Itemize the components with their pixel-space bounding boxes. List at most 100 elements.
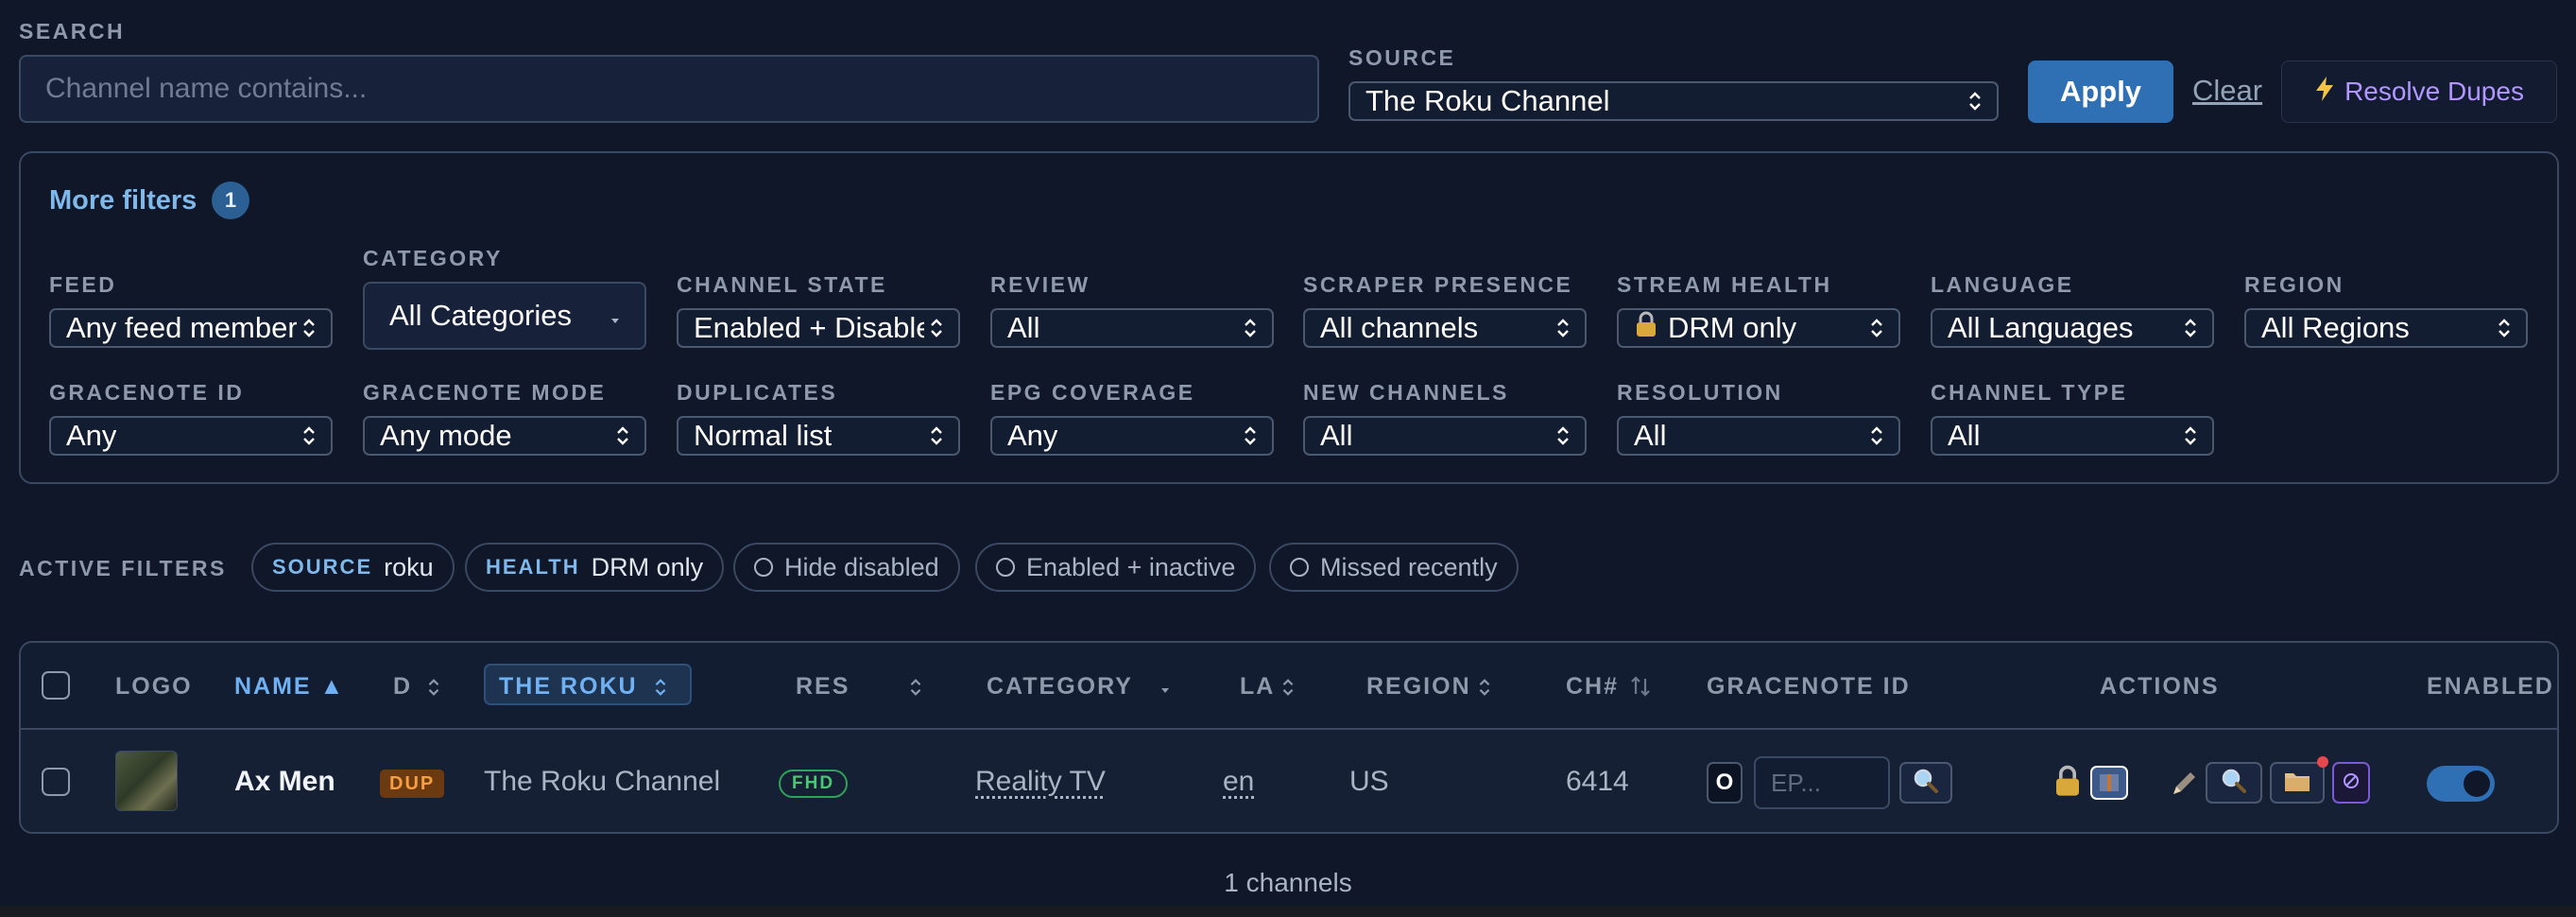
- table-row[interactable]: Ax Men DUP The Roku Channel FHD Reality …: [21, 730, 2557, 832]
- block-icon: [2342, 771, 2361, 795]
- gracenote-mode-select[interactable]: Any mode: [363, 416, 646, 456]
- th-region[interactable]: REGION: [1366, 673, 1471, 701]
- search-input[interactable]: [19, 55, 1319, 123]
- active-filter-health-chip[interactable]: HEALTH DRM only: [465, 543, 725, 592]
- th-name[interactable]: NAME ▲: [234, 673, 345, 701]
- updown-icon: [1244, 424, 1257, 447]
- chip-key: SOURCE: [272, 555, 373, 579]
- more-filters-toggle[interactable]: More filters: [49, 185, 197, 216]
- apply-button[interactable]: Apply: [2028, 61, 2173, 123]
- search-icon: [2221, 768, 2247, 799]
- region-label: REGION: [2244, 272, 2344, 297]
- scraper-presence-select[interactable]: All channels: [1303, 308, 1587, 348]
- gracenote-mode-label: GRACENOTE MODE: [363, 380, 607, 405]
- channel-category[interactable]: Reality TV: [975, 766, 1106, 798]
- th-gracenote-id: GRACENOTE ID: [1707, 673, 1911, 700]
- gracenote-override-button[interactable]: O: [1707, 762, 1743, 804]
- th-res[interactable]: RES: [796, 673, 850, 701]
- video-icon[interactable]: [2090, 766, 2128, 800]
- stream-health-select-value: DRM only: [1668, 311, 1797, 344]
- th-source[interactable]: THE ROKU: [499, 673, 638, 701]
- channel-type-select[interactable]: All: [1931, 416, 2214, 456]
- stream-health-select[interactable]: DRM only: [1617, 308, 1900, 348]
- updown-icon: [909, 677, 922, 702]
- review-label: REVIEW: [990, 272, 1091, 297]
- caret-down-icon: [1160, 683, 1170, 700]
- row-checkbox[interactable]: [42, 768, 70, 796]
- updown-icon: [1968, 90, 1982, 112]
- channel-number: 6414: [1566, 766, 1629, 797]
- channel-state-select-value: Enabled + Disabled: [694, 311, 924, 344]
- feed-select[interactable]: Any feed member: [49, 308, 333, 348]
- dup-badge: DUP: [380, 770, 445, 798]
- channel-count: 1 channels: [1224, 868, 1352, 897]
- review-select[interactable]: All: [990, 308, 1274, 348]
- resolve-dupes-label: Resolve Dupes: [2344, 77, 2524, 106]
- gracenote-id-input[interactable]: [1754, 756, 1890, 809]
- active-filter-source-chip[interactable]: SOURCE roku: [251, 543, 455, 592]
- updown-icon: [302, 317, 316, 339]
- resolve-dupes-button[interactable]: Resolve Dupes: [2281, 61, 2557, 123]
- feed-label: FEED: [49, 272, 117, 297]
- channel-state-label: CHANNEL STATE: [677, 272, 887, 297]
- stream-health-label: STREAM HEALTH: [1617, 272, 1832, 297]
- updown-icon: [930, 424, 943, 447]
- source-select[interactable]: The Roku Channel: [1348, 81, 1999, 121]
- search-label: SEARCH: [19, 19, 126, 43]
- updown-icon: [302, 424, 316, 447]
- th-channel-number[interactable]: CH#: [1566, 673, 1619, 701]
- duplicates-select-value: Normal list: [694, 419, 833, 452]
- channel-type-select-value: All: [1948, 419, 1981, 452]
- channel-state-select[interactable]: Enabled + Disabled: [677, 308, 960, 348]
- clear-button[interactable]: Clear: [2192, 74, 2262, 108]
- bottom-strip: [0, 906, 2576, 917]
- enabled-toggle[interactable]: [2427, 766, 2495, 802]
- enabled-inactive-chip[interactable]: Enabled + inactive: [975, 543, 1257, 592]
- search-icon: [1913, 768, 1939, 799]
- channel-language[interactable]: en: [1223, 766, 1254, 798]
- gracenote-id-select[interactable]: Any: [49, 416, 333, 456]
- table-header: LOGO NAME ▲ D THE ROKU RES CATEGORY LA R…: [21, 643, 2557, 730]
- region-select[interactable]: All Regions: [2244, 308, 2528, 348]
- sort-icon: [1629, 675, 1652, 702]
- epg-coverage-select[interactable]: Any: [990, 416, 1274, 456]
- new-channels-select[interactable]: All: [1303, 416, 1587, 456]
- folder-button[interactable]: [2270, 756, 2328, 804]
- chip-label: Enabled + inactive: [1026, 552, 1236, 581]
- missed-recently-chip[interactable]: Missed recently: [1269, 543, 1519, 592]
- circle-icon: [1290, 558, 1309, 577]
- lock-icon[interactable]: [2052, 764, 2083, 803]
- resolution-select[interactable]: All: [1617, 416, 1900, 456]
- updown-icon: [2184, 317, 2197, 339]
- block-button[interactable]: [2332, 762, 2370, 804]
- more-filters-count-badge: 1: [212, 182, 249, 219]
- gracenote-search-button[interactable]: [1899, 762, 1952, 804]
- search-channel-button[interactable]: [2206, 762, 2262, 804]
- select-all-checkbox[interactable]: [42, 671, 70, 700]
- chip-value: roku: [384, 552, 434, 581]
- hide-disabled-chip[interactable]: Hide disabled: [733, 543, 960, 592]
- duplicates-select[interactable]: Normal list: [677, 416, 960, 456]
- updown-icon: [1870, 424, 1883, 447]
- updown-icon: [2498, 317, 2511, 339]
- resolution-badge: FHD: [779, 770, 849, 798]
- category-select[interactable]: All Categories: [363, 282, 646, 350]
- th-language[interactable]: LA: [1240, 673, 1275, 701]
- language-select[interactable]: All Languages: [1931, 308, 2214, 348]
- channel-source: The Roku Channel: [484, 766, 721, 797]
- category-select-value: All Categories: [389, 299, 572, 332]
- gracenote-id-select-value: Any: [66, 419, 117, 452]
- chip-value: DRM only: [591, 552, 704, 581]
- active-filters-label: ACTIVE FILTERS: [19, 556, 227, 580]
- scraper-presence-select-value: All channels: [1320, 311, 1479, 344]
- th-enabled: ENABLED: [2427, 673, 2554, 700]
- th-logo: LOGO: [115, 673, 193, 700]
- pencil-icon[interactable]: [2168, 768, 2200, 805]
- channels-table: LOGO NAME ▲ D THE ROKU RES CATEGORY LA R…: [19, 641, 2559, 834]
- updown-icon: [1281, 677, 1295, 702]
- th-d[interactable]: D: [393, 673, 412, 701]
- th-category[interactable]: CATEGORY: [987, 673, 1133, 701]
- chip-label: Hide disabled: [784, 552, 939, 581]
- new-channels-label: NEW CHANNELS: [1303, 380, 1509, 405]
- channel-name[interactable]: Ax Men: [234, 766, 335, 798]
